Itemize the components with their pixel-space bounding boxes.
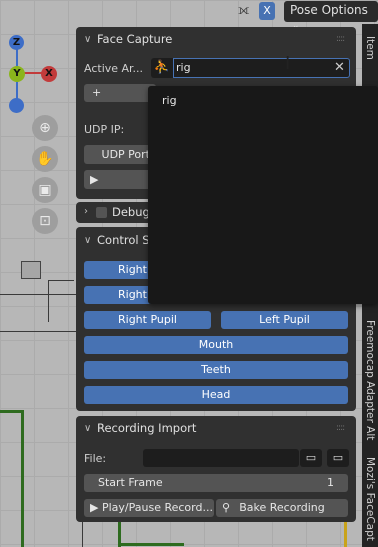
gizmo-y-axis[interactable]: Y: [9, 66, 25, 82]
play-pause-label: Play/Pause Record...: [101, 501, 213, 514]
gizmo-x-axis[interactable]: X: [41, 66, 57, 82]
file-path-input[interactable]: [143, 449, 299, 467]
start-frame-field[interactable]: Start Frame 1: [84, 474, 348, 492]
lock-icon[interactable]: ⊡: [32, 208, 58, 234]
viewport-line: [118, 543, 184, 546]
start-frame-value: 1: [327, 476, 334, 489]
gizmo-z-axis[interactable]: Z: [9, 35, 24, 50]
left-pupil-button[interactable]: Left Pupil: [221, 311, 348, 329]
mirror-x-toggle[interactable]: X: [259, 2, 275, 20]
viewport-line: [48, 280, 49, 322]
pose-options-dropdown[interactable]: Pose Options ⌄: [284, 1, 378, 31]
udp-ip-label: UDP IP:: [84, 123, 125, 136]
active-armature-label: Active Ar...: [84, 62, 144, 75]
face-capture-title[interactable]: Face Capture: [97, 32, 172, 46]
viewport-line: [0, 331, 80, 332]
head-button[interactable]: Head: [84, 386, 348, 404]
tab-mozis-facecapture[interactable]: Mozi's FaceCapt: [362, 450, 378, 547]
viewport-header: ⟗ X Pose Options ⌄: [0, 0, 378, 31]
dropdown-item[interactable]: rig: [152, 94, 378, 110]
folder-icon[interactable]: ▭: [327, 449, 349, 467]
folder-icon[interactable]: ▭: [300, 449, 322, 467]
viewport-line: [344, 520, 347, 547]
armature-dropdown-list: rig: [148, 86, 378, 304]
drag-grip-icon[interactable]: ::::: [336, 423, 345, 433]
tab-freemocap-adapter-alt[interactable]: Freemocap Adapter Alt: [362, 300, 378, 460]
pan-hand-icon[interactable]: ✋: [32, 146, 58, 172]
play-icon[interactable]: ▶: [84, 170, 156, 189]
clear-icon[interactable]: ✕: [334, 60, 345, 75]
chevron-down-icon[interactable]: ∨: [84, 423, 91, 434]
pose-options-label: Pose Options: [290, 3, 368, 17]
viewport-line: [0, 294, 80, 295]
active-armature-value: rig: [176, 61, 191, 74]
gizmo-neg-z-axis[interactable]: [9, 98, 24, 113]
armature-icon: ⛹: [151, 58, 173, 78]
debug-checkbox[interactable]: [96, 207, 107, 218]
zoom-icon[interactable]: ⊕: [32, 115, 58, 141]
file-label: File:: [84, 452, 107, 465]
viewport-line: [48, 280, 74, 281]
chevron-down-icon[interactable]: ∨: [84, 235, 91, 246]
debug-title[interactable]: Debug: [112, 205, 150, 219]
viewport-line: [21, 410, 24, 547]
play-icon: ▶: [90, 501, 99, 514]
viewport-bone-box: [21, 261, 41, 279]
mirror-icon[interactable]: ⟗: [238, 3, 256, 19]
text-cursor-icon: I: [285, 53, 291, 74]
recording-import-panel: ∨ Recording Import :::: File: ▭ ▭ Start …: [76, 416, 356, 522]
start-frame-label: Start Frame: [98, 476, 163, 489]
tab-item[interactable]: Item: [362, 30, 378, 66]
teeth-button[interactable]: Teeth: [84, 361, 348, 379]
udp-port-field[interactable]: UDP Port: [84, 145, 156, 164]
bone-icon: ⚲: [222, 501, 231, 514]
mouth-button[interactable]: Mouth: [84, 336, 348, 354]
add-button[interactable]: +: [84, 84, 156, 102]
right-pupil-button[interactable]: Right Pupil: [84, 311, 211, 329]
chevron-down-icon[interactable]: ∨: [84, 34, 91, 45]
camera-icon[interactable]: ▣: [32, 177, 58, 203]
dropdown-item-label: rig: [162, 94, 177, 107]
chevron-right-icon[interactable]: ›: [84, 206, 88, 217]
bake-recording-label: Bake Recording: [239, 501, 325, 514]
bake-recording-button[interactable]: ⚲ Bake Recording: [216, 499, 348, 517]
active-armature-input[interactable]: rig ✕: [173, 58, 350, 78]
recording-import-title[interactable]: Recording Import: [97, 421, 196, 435]
drag-grip-icon[interactable]: ::::: [336, 34, 345, 44]
play-pause-recording-button[interactable]: ▶ Play/Pause Record...: [84, 499, 214, 517]
